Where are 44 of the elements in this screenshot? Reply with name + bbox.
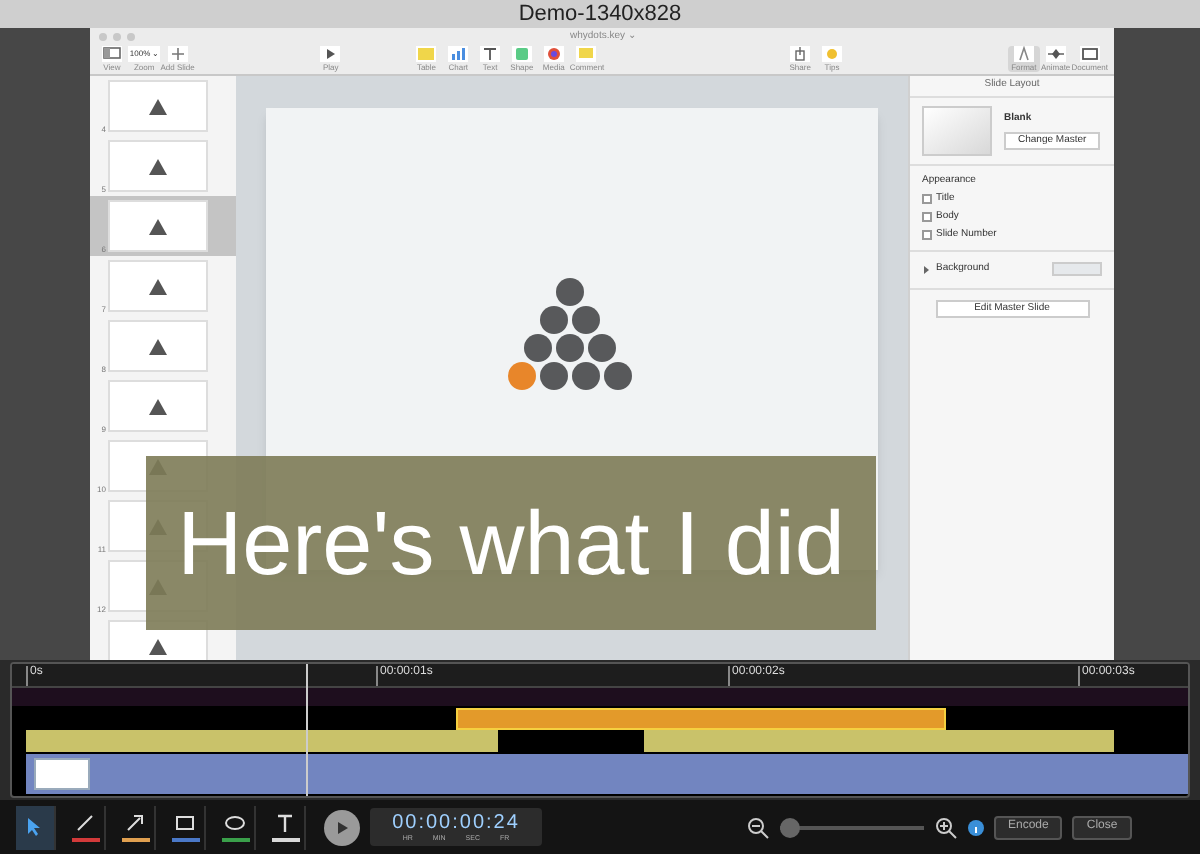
play-icon <box>334 819 350 835</box>
bulb-icon <box>822 46 843 62</box>
color-well[interactable] <box>1052 262 1102 277</box>
table-icon <box>416 46 437 62</box>
tool-button[interactable] <box>16 805 56 849</box>
bar-chart-icon <box>448 46 469 62</box>
plus-icon <box>167 46 188 62</box>
tool-button[interactable] <box>266 805 306 849</box>
tool-button[interactable] <box>216 805 256 849</box>
media-icon <box>543 46 564 62</box>
comment-icon <box>576 46 597 62</box>
master-preview <box>922 106 992 156</box>
document-icon <box>1079 46 1100 62</box>
tool-button[interactable] <box>166 805 206 849</box>
tool-button[interactable] <box>66 805 106 849</box>
play-button[interactable] <box>324 809 360 845</box>
checkbox[interactable] <box>922 212 932 222</box>
clip-thumbnail <box>34 758 90 790</box>
text-icon <box>274 812 296 834</box>
timeline-clip[interactable] <box>644 730 1114 752</box>
checkbox[interactable] <box>922 230 932 240</box>
ellipse-icon <box>224 812 246 834</box>
info-icon[interactable] <box>968 819 984 835</box>
zoom-in-icon[interactable] <box>934 815 958 839</box>
play-icon <box>320 46 341 62</box>
timecode: 00:00:00:24 <box>392 813 520 833</box>
checkbox[interactable] <box>922 194 932 204</box>
arrow-icon <box>124 812 146 834</box>
zoom-out-icon[interactable] <box>746 815 770 839</box>
tool-button[interactable] <box>116 805 156 849</box>
diamond-icon <box>1045 46 1066 62</box>
timeline-clip[interactable] <box>456 708 946 730</box>
slider-thumb[interactable] <box>780 817 800 837</box>
caption-toast: Here's what I did <box>146 456 876 630</box>
line-icon <box>74 812 96 834</box>
video-track[interactable] <box>26 754 1188 794</box>
rectangle-icon <box>174 812 196 834</box>
disclosure-icon[interactable] <box>922 265 930 274</box>
window-title: Demo-1340x828 <box>518 3 682 25</box>
square-icon <box>511 46 532 62</box>
sidebar-icon <box>101 46 122 62</box>
timeline-clip[interactable] <box>26 730 498 752</box>
text-icon <box>480 46 501 62</box>
share-icon <box>790 46 811 62</box>
